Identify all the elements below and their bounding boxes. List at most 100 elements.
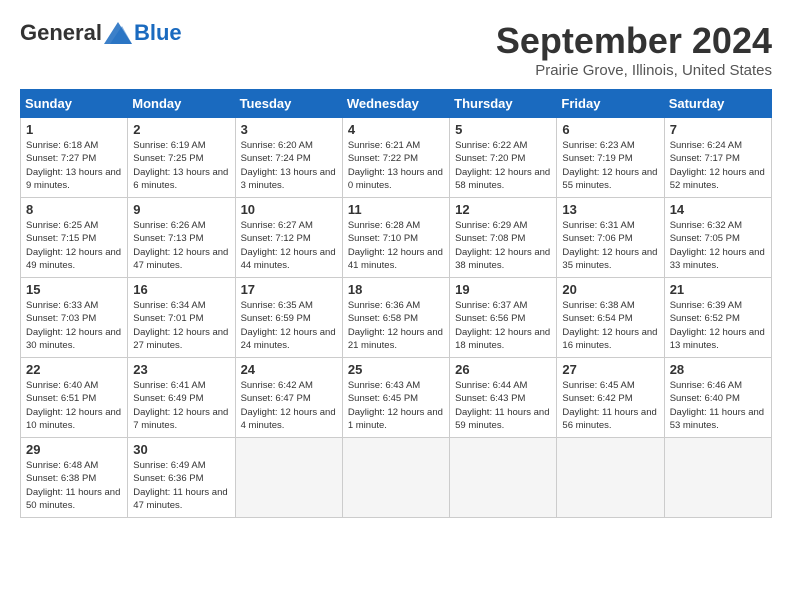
- calendar-day-cell: 11 Sunrise: 6:28 AM Sunset: 7:10 PM Dayl…: [342, 198, 449, 278]
- day-number: 8: [26, 202, 122, 217]
- calendar-day-cell: [342, 438, 449, 518]
- day-info: Sunrise: 6:35 AM Sunset: 6:59 PM Dayligh…: [241, 299, 337, 352]
- weekday-header: Tuesday: [235, 90, 342, 118]
- day-number: 22: [26, 362, 122, 377]
- calendar-day-cell: 30 Sunrise: 6:49 AM Sunset: 6:36 PM Dayl…: [128, 438, 235, 518]
- day-info: Sunrise: 6:31 AM Sunset: 7:06 PM Dayligh…: [562, 219, 658, 272]
- calendar-day-cell: 15 Sunrise: 6:33 AM Sunset: 7:03 PM Dayl…: [21, 278, 128, 358]
- day-info: Sunrise: 6:28 AM Sunset: 7:10 PM Dayligh…: [348, 219, 444, 272]
- day-number: 27: [562, 362, 658, 377]
- day-info: Sunrise: 6:33 AM Sunset: 7:03 PM Dayligh…: [26, 299, 122, 352]
- calendar-day-cell: 4 Sunrise: 6:21 AM Sunset: 7:22 PM Dayli…: [342, 118, 449, 198]
- day-info: Sunrise: 6:48 AM Sunset: 6:38 PM Dayligh…: [26, 459, 122, 512]
- day-number: 5: [455, 122, 551, 137]
- calendar-day-cell: 22 Sunrise: 6:40 AM Sunset: 6:51 PM Dayl…: [21, 358, 128, 438]
- day-number: 14: [670, 202, 766, 217]
- calendar-week-row: 29 Sunrise: 6:48 AM Sunset: 6:38 PM Dayl…: [21, 438, 772, 518]
- day-number: 25: [348, 362, 444, 377]
- logo-blue: Blue: [134, 20, 182, 46]
- day-number: 26: [455, 362, 551, 377]
- day-number: 2: [133, 122, 229, 137]
- weekday-header: Monday: [128, 90, 235, 118]
- calendar-week-row: 22 Sunrise: 6:40 AM Sunset: 6:51 PM Dayl…: [21, 358, 772, 438]
- location: Prairie Grove, Illinois, United States: [496, 62, 772, 79]
- day-number: 7: [670, 122, 766, 137]
- day-number: 24: [241, 362, 337, 377]
- calendar-day-cell: 5 Sunrise: 6:22 AM Sunset: 7:20 PM Dayli…: [450, 118, 557, 198]
- calendar-day-cell: 8 Sunrise: 6:25 AM Sunset: 7:15 PM Dayli…: [21, 198, 128, 278]
- day-number: 12: [455, 202, 551, 217]
- page-header: General Blue September 2024 Prairie Grov…: [20, 20, 772, 79]
- day-info: Sunrise: 6:21 AM Sunset: 7:22 PM Dayligh…: [348, 139, 444, 192]
- day-number: 9: [133, 202, 229, 217]
- day-number: 1: [26, 122, 122, 137]
- logo: General Blue: [20, 20, 182, 46]
- day-number: 4: [348, 122, 444, 137]
- calendar-header-row: SundayMondayTuesdayWednesdayThursdayFrid…: [21, 90, 772, 118]
- calendar-day-cell: [557, 438, 664, 518]
- calendar-day-cell: 6 Sunrise: 6:23 AM Sunset: 7:19 PM Dayli…: [557, 118, 664, 198]
- day-number: 10: [241, 202, 337, 217]
- day-info: Sunrise: 6:32 AM Sunset: 7:05 PM Dayligh…: [670, 219, 766, 272]
- day-number: 28: [670, 362, 766, 377]
- day-number: 15: [26, 282, 122, 297]
- calendar-day-cell: 7 Sunrise: 6:24 AM Sunset: 7:17 PM Dayli…: [664, 118, 771, 198]
- calendar-day-cell: 18 Sunrise: 6:36 AM Sunset: 6:58 PM Dayl…: [342, 278, 449, 358]
- day-info: Sunrise: 6:22 AM Sunset: 7:20 PM Dayligh…: [455, 139, 551, 192]
- day-info: Sunrise: 6:42 AM Sunset: 6:47 PM Dayligh…: [241, 379, 337, 432]
- month-title: September 2024: [496, 20, 772, 62]
- day-number: 23: [133, 362, 229, 377]
- day-number: 18: [348, 282, 444, 297]
- calendar-day-cell: 16 Sunrise: 6:34 AM Sunset: 7:01 PM Dayl…: [128, 278, 235, 358]
- calendar-day-cell: 28 Sunrise: 6:46 AM Sunset: 6:40 PM Dayl…: [664, 358, 771, 438]
- weekday-header: Sunday: [21, 90, 128, 118]
- day-info: Sunrise: 6:43 AM Sunset: 6:45 PM Dayligh…: [348, 379, 444, 432]
- day-info: Sunrise: 6:36 AM Sunset: 6:58 PM Dayligh…: [348, 299, 444, 352]
- weekday-header: Thursday: [450, 90, 557, 118]
- day-info: Sunrise: 6:34 AM Sunset: 7:01 PM Dayligh…: [133, 299, 229, 352]
- day-info: Sunrise: 6:49 AM Sunset: 6:36 PM Dayligh…: [133, 459, 229, 512]
- calendar-table: SundayMondayTuesdayWednesdayThursdayFrid…: [20, 89, 772, 518]
- day-number: 13: [562, 202, 658, 217]
- day-number: 3: [241, 122, 337, 137]
- title-block: September 2024 Prairie Grove, Illinois, …: [496, 20, 772, 79]
- calendar-day-cell: 19 Sunrise: 6:37 AM Sunset: 6:56 PM Dayl…: [450, 278, 557, 358]
- calendar-day-cell: 27 Sunrise: 6:45 AM Sunset: 6:42 PM Dayl…: [557, 358, 664, 438]
- calendar-day-cell: 17 Sunrise: 6:35 AM Sunset: 6:59 PM Dayl…: [235, 278, 342, 358]
- day-info: Sunrise: 6:23 AM Sunset: 7:19 PM Dayligh…: [562, 139, 658, 192]
- day-info: Sunrise: 6:18 AM Sunset: 7:27 PM Dayligh…: [26, 139, 122, 192]
- weekday-header: Wednesday: [342, 90, 449, 118]
- day-info: Sunrise: 6:26 AM Sunset: 7:13 PM Dayligh…: [133, 219, 229, 272]
- calendar-day-cell: 3 Sunrise: 6:20 AM Sunset: 7:24 PM Dayli…: [235, 118, 342, 198]
- calendar-week-row: 15 Sunrise: 6:33 AM Sunset: 7:03 PM Dayl…: [21, 278, 772, 358]
- calendar-day-cell: 2 Sunrise: 6:19 AM Sunset: 7:25 PM Dayli…: [128, 118, 235, 198]
- calendar-day-cell: 29 Sunrise: 6:48 AM Sunset: 6:38 PM Dayl…: [21, 438, 128, 518]
- logo-general: General: [20, 20, 102, 46]
- calendar-week-row: 8 Sunrise: 6:25 AM Sunset: 7:15 PM Dayli…: [21, 198, 772, 278]
- day-info: Sunrise: 6:40 AM Sunset: 6:51 PM Dayligh…: [26, 379, 122, 432]
- weekday-header: Friday: [557, 90, 664, 118]
- day-number: 29: [26, 442, 122, 457]
- calendar-day-cell: 9 Sunrise: 6:26 AM Sunset: 7:13 PM Dayli…: [128, 198, 235, 278]
- day-info: Sunrise: 6:46 AM Sunset: 6:40 PM Dayligh…: [670, 379, 766, 432]
- day-number: 16: [133, 282, 229, 297]
- day-info: Sunrise: 6:24 AM Sunset: 7:17 PM Dayligh…: [670, 139, 766, 192]
- day-info: Sunrise: 6:38 AM Sunset: 6:54 PM Dayligh…: [562, 299, 658, 352]
- day-number: 19: [455, 282, 551, 297]
- weekday-header: Saturday: [664, 90, 771, 118]
- calendar-week-row: 1 Sunrise: 6:18 AM Sunset: 7:27 PM Dayli…: [21, 118, 772, 198]
- day-number: 6: [562, 122, 658, 137]
- day-info: Sunrise: 6:41 AM Sunset: 6:49 PM Dayligh…: [133, 379, 229, 432]
- calendar-day-cell: 20 Sunrise: 6:38 AM Sunset: 6:54 PM Dayl…: [557, 278, 664, 358]
- day-number: 21: [670, 282, 766, 297]
- day-info: Sunrise: 6:29 AM Sunset: 7:08 PM Dayligh…: [455, 219, 551, 272]
- day-info: Sunrise: 6:44 AM Sunset: 6:43 PM Dayligh…: [455, 379, 551, 432]
- calendar-day-cell: 14 Sunrise: 6:32 AM Sunset: 7:05 PM Dayl…: [664, 198, 771, 278]
- day-number: 11: [348, 202, 444, 217]
- calendar-day-cell: 25 Sunrise: 6:43 AM Sunset: 6:45 PM Dayl…: [342, 358, 449, 438]
- logo-icon: [104, 22, 132, 44]
- calendar-day-cell: [664, 438, 771, 518]
- calendar-day-cell: [450, 438, 557, 518]
- day-info: Sunrise: 6:27 AM Sunset: 7:12 PM Dayligh…: [241, 219, 337, 272]
- day-number: 30: [133, 442, 229, 457]
